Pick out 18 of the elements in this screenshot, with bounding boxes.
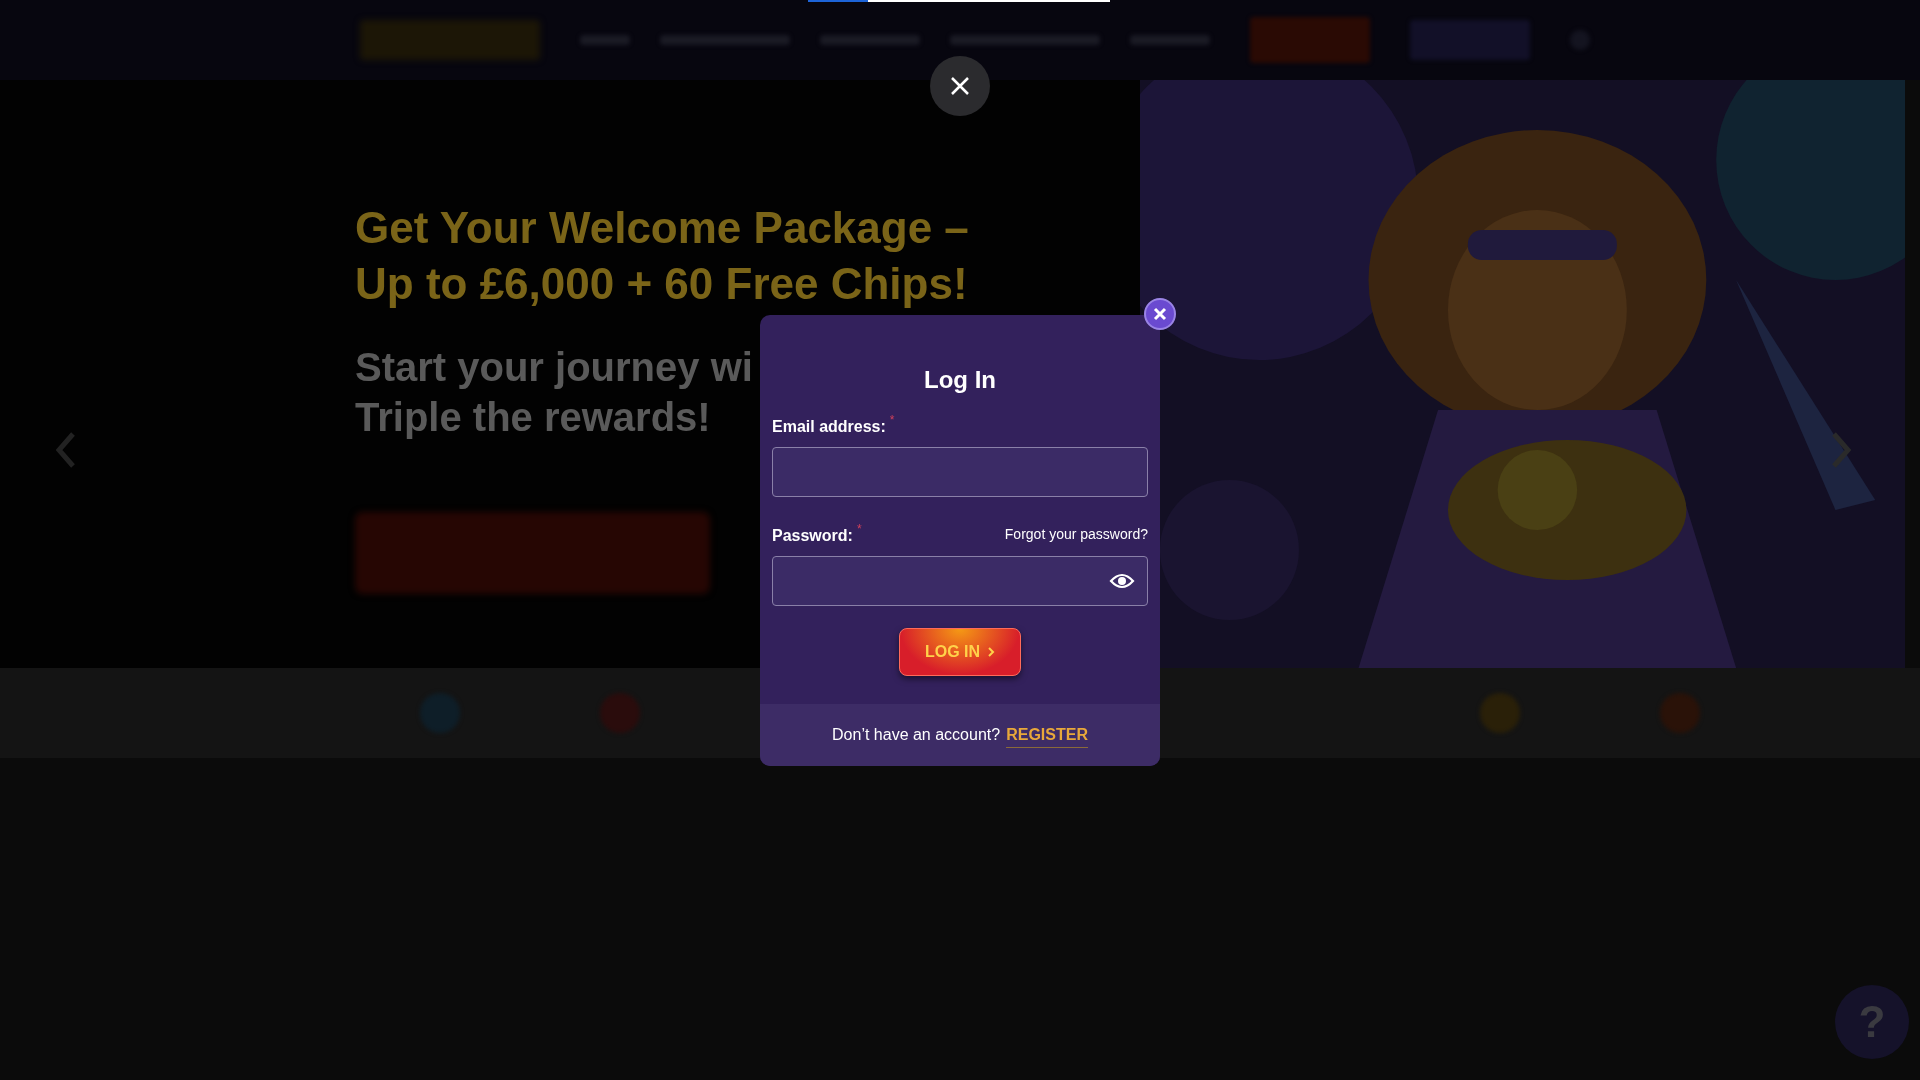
field-label: Email address: bbox=[772, 417, 886, 437]
required-mark: * bbox=[856, 521, 862, 538]
close-icon bbox=[1153, 307, 1167, 321]
hero-headline: Get Your Welcome Package – bbox=[355, 202, 969, 254]
forgot-password-link[interactable]: Forgot your password? bbox=[1004, 524, 1148, 545]
hero-subtitle: Start your journey wi bbox=[355, 344, 753, 391]
register-link[interactable]: REGISTER bbox=[1006, 722, 1088, 748]
field-label: Password: bbox=[772, 526, 853, 546]
dialog-title: Log In bbox=[923, 365, 997, 395]
eye-icon[interactable] bbox=[1109, 572, 1135, 590]
chevron-right-icon bbox=[988, 647, 996, 657]
email-field[interactable] bbox=[772, 447, 1148, 497]
hero-subtitle: Triple the rewards! bbox=[355, 394, 711, 441]
password-field[interactable] bbox=[772, 556, 1148, 606]
close-icon bbox=[950, 76, 970, 96]
footer-text: Don’t have an account? bbox=[832, 725, 1001, 745]
hero-headline: Up to £6,000 + 60 Free Chips! bbox=[355, 258, 968, 310]
required-mark: * bbox=[889, 412, 895, 429]
